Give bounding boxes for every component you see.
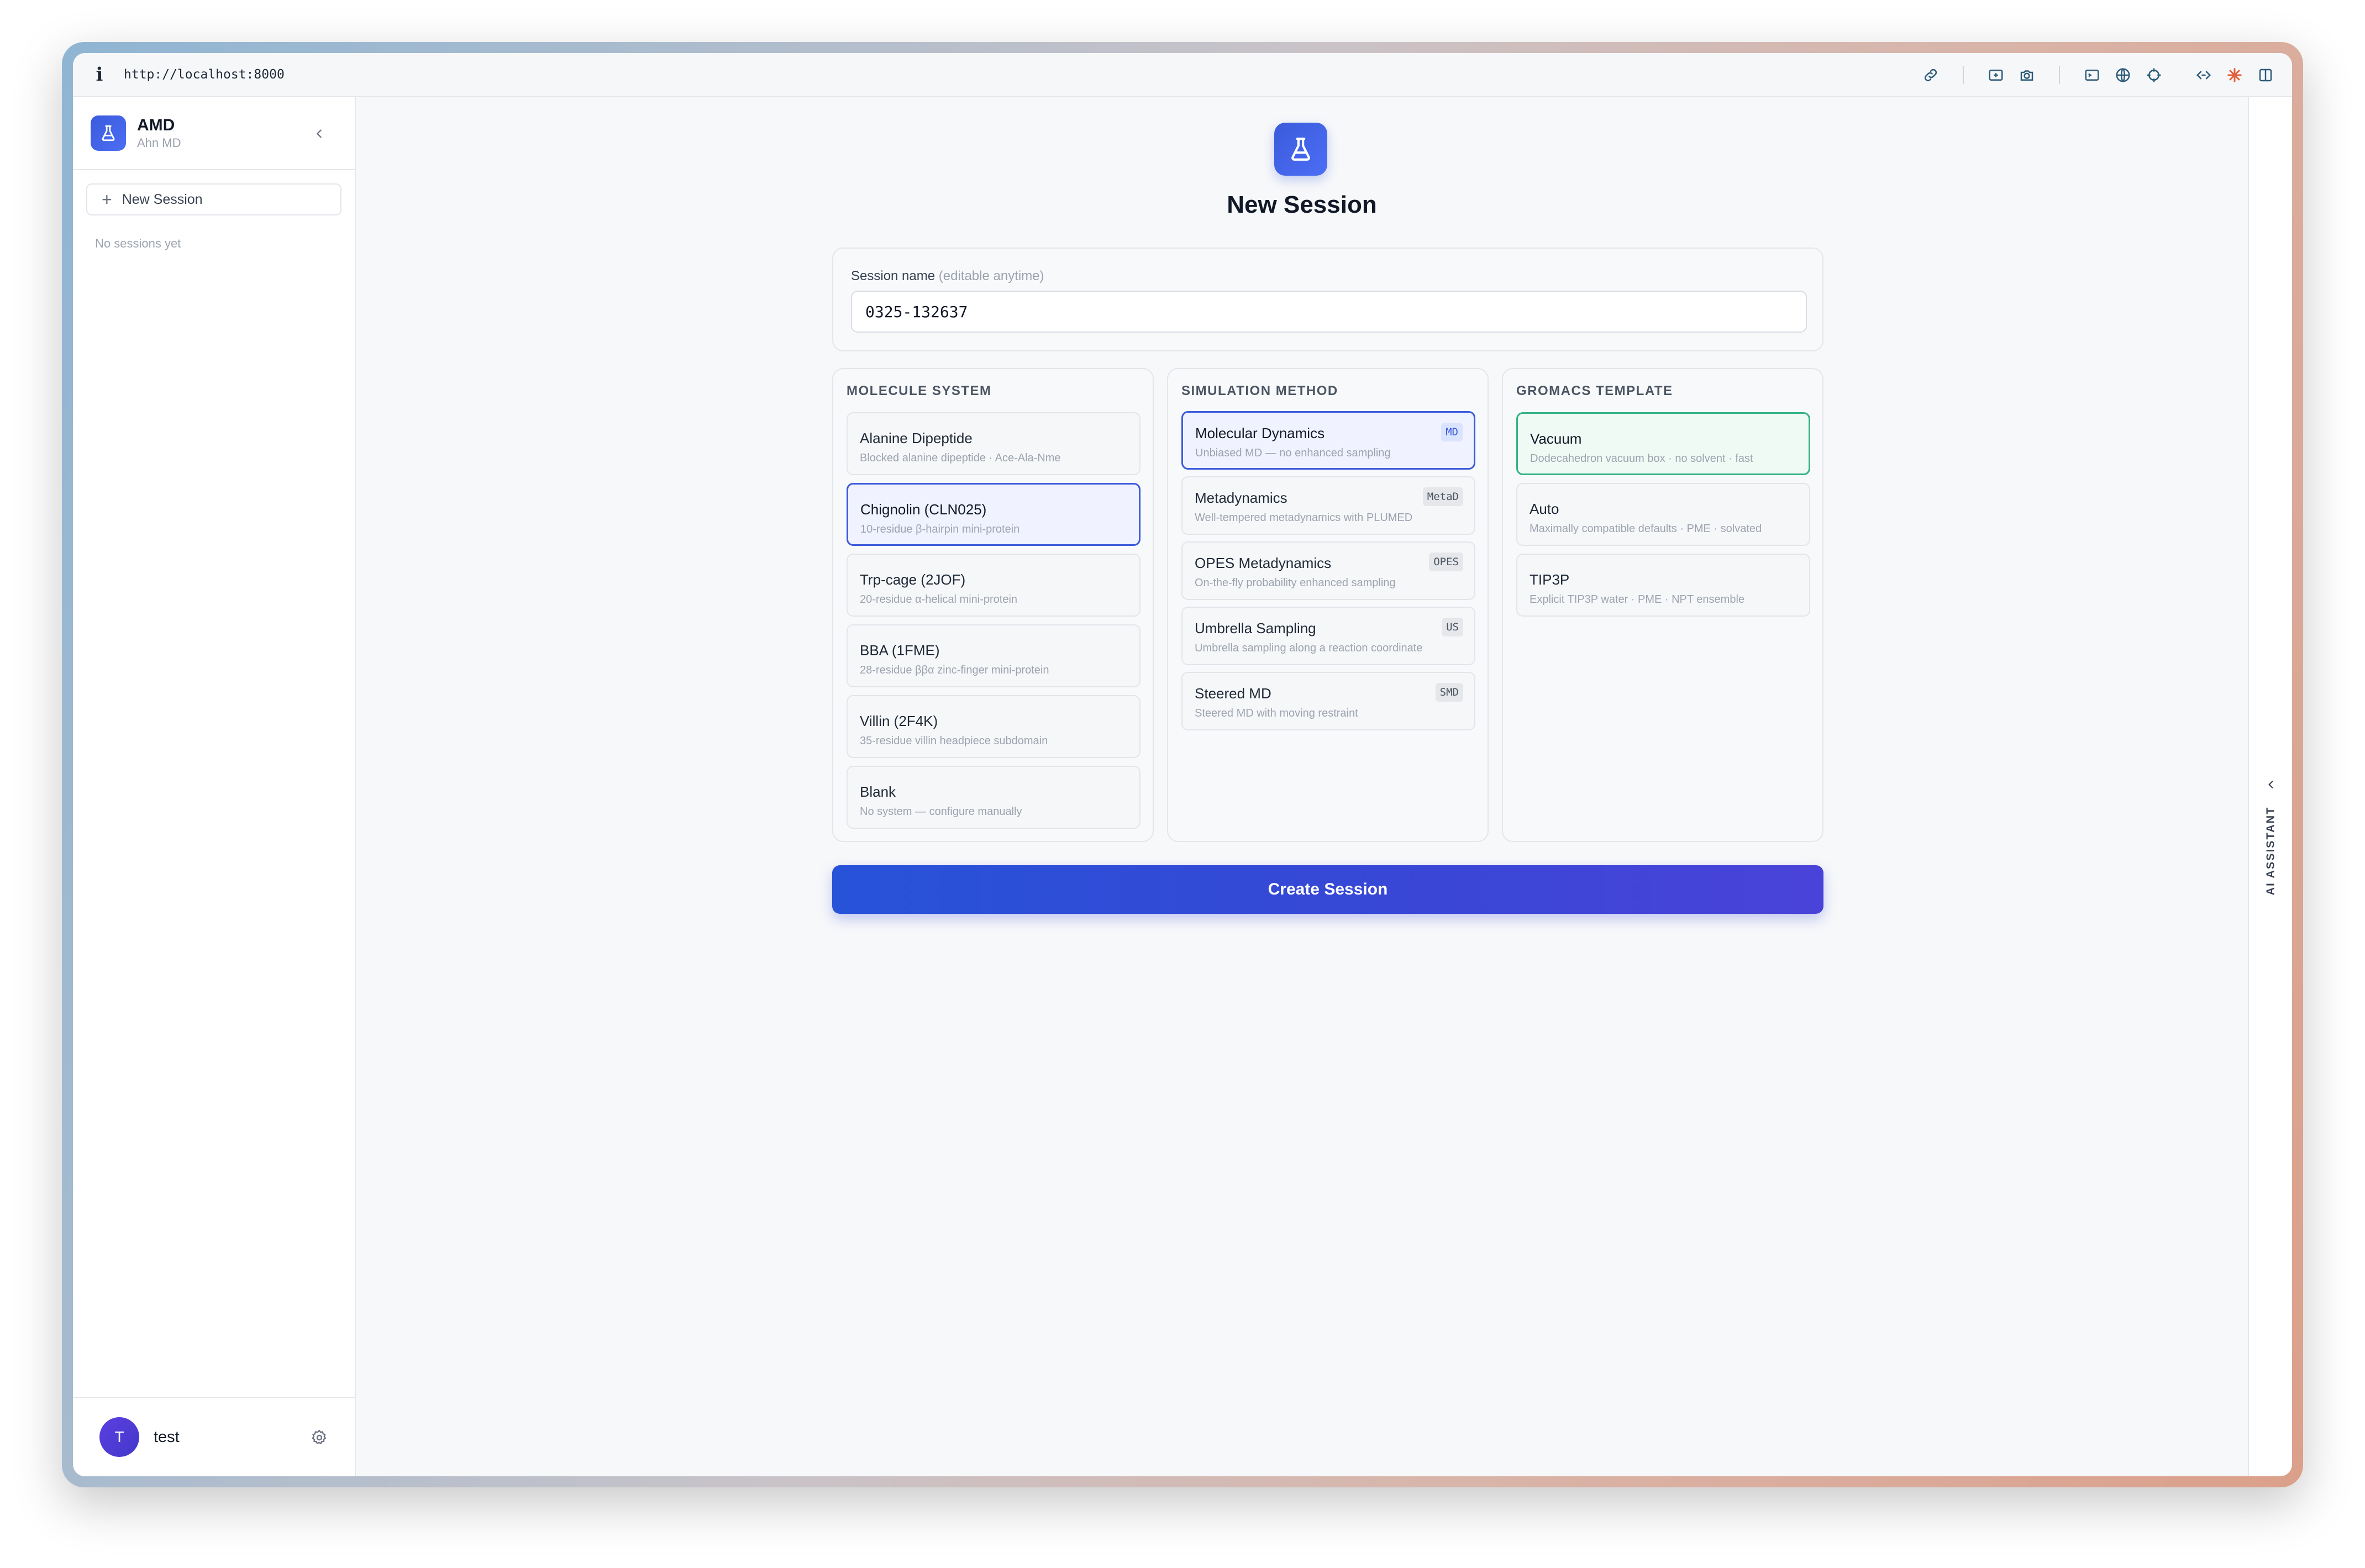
option-title: Auto	[1530, 501, 1559, 517]
session-name-input[interactable]: 0325-132637	[851, 291, 1807, 333]
method-badge: US	[1442, 618, 1463, 636]
flask-icon	[1274, 123, 1327, 176]
session-name-label-text: Session name	[851, 269, 936, 283]
chevron-left-icon	[2268, 781, 2273, 788]
option-description: Unbiased MD — no enhanced sampling	[1195, 447, 1391, 459]
option-title: Umbrella Sampling	[1195, 620, 1316, 636]
option-title: Steered MD	[1195, 685, 1271, 702]
option-description: Explicit TIP3P water · PME · NPT ensembl…	[1530, 593, 1745, 606]
url-text[interactable]: http://localhost:8000	[124, 67, 285, 82]
column-title: SIMULATION METHOD	[1181, 383, 1338, 398]
template-option-tip3p[interactable]: TIP3P Explicit TIP3P water · PME · NPT e…	[1516, 554, 1810, 617]
plus-icon: +	[102, 190, 112, 209]
toolbar-icons	[1911, 53, 2277, 97]
terminal-icon[interactable]	[2081, 64, 2103, 86]
option-title: Blank	[860, 783, 896, 800]
sidebar: AMD Ahn MD + New Session No sessions yet…	[73, 97, 356, 1476]
browser-toolbar: i http://localhost:8000	[73, 53, 2292, 97]
template-option-vacuum[interactable]: Vacuum Dodecahedron vacuum box · no solv…	[1516, 412, 1810, 475]
method-badge: SMD	[1435, 683, 1463, 702]
option-title: Alanine Dipeptide	[860, 430, 973, 446]
option-description: Umbrella sampling along a reaction coord…	[1195, 642, 1423, 654]
option-description: 28-residue ββα zinc-finger mini-protein	[860, 664, 1049, 676]
simulation-method-column: SIMULATION METHOD Molecular Dynamics Unb…	[1167, 368, 1489, 842]
avatar[interactable]: T	[99, 1417, 139, 1457]
molecule-system-column: MOLECULE SYSTEM Alanine Dipeptide Blocke…	[832, 368, 1154, 842]
gear-icon	[312, 1429, 327, 1444]
option-title: Villin (2F4K)	[860, 713, 938, 729]
ai-assistant-panel-collapsed[interactable]: AI ASSISTANT	[2248, 97, 2292, 1476]
settings-button[interactable]	[308, 1427, 330, 1449]
empty-sessions-text: No sessions yet	[95, 236, 181, 250]
method-option-steered-md[interactable]: Steered MD Steered MD with moving restra…	[1181, 672, 1475, 730]
session-name-label: Session name (editable anytime)	[851, 269, 1044, 284]
collapse-sidebar-button[interactable]	[308, 123, 330, 145]
option-title: Molecular Dynamics	[1195, 425, 1325, 441]
option-description: Blocked alanine dipeptide · Ace-Ala-Nme	[860, 452, 1061, 464]
method-option-opes-metadynamics[interactable]: OPES Metadynamics On-the-fly probability…	[1181, 541, 1475, 600]
user-bar: T test	[73, 1397, 355, 1476]
molecule-option-chignolin[interactable]: Chignolin (CLN025) 10-residue β-hairpin …	[847, 483, 1141, 546]
option-title: BBA (1FME)	[860, 642, 940, 659]
session-name-card: Session name (editable anytime) 0325-132…	[832, 248, 1823, 351]
expand-ai-panel-button[interactable]	[2260, 774, 2282, 796]
option-title: OPES Metadynamics	[1195, 555, 1332, 571]
user-name: test	[154, 1428, 180, 1446]
toolbar-divider	[2059, 66, 2060, 84]
crosshair-icon[interactable]	[2143, 64, 2165, 86]
split-view-icon[interactable]	[2254, 64, 2277, 86]
option-description: 10-residue β-hairpin mini-protein	[860, 523, 1020, 535]
info-icon[interactable]: i	[88, 64, 111, 86]
option-description: On-the-fly probability enhanced sampling	[1195, 577, 1396, 589]
page-title: New Session	[1227, 191, 1377, 218]
method-option-umbrella-sampling[interactable]: Umbrella Sampling Umbrella sampling alon…	[1181, 607, 1475, 665]
main-content: New Session Session name (editable anyti…	[356, 97, 2248, 1476]
method-option-molecular-dynamics[interactable]: Molecular Dynamics Unbiased MD — no enha…	[1181, 411, 1475, 470]
option-description: Steered MD with moving restraint	[1195, 707, 1358, 719]
option-description: Maximally compatible defaults · PME · so…	[1530, 523, 1762, 535]
option-title: TIP3P	[1530, 571, 1570, 588]
option-title: Trp-cage (2JOF)	[860, 571, 966, 588]
method-option-metadynamics[interactable]: Metadynamics Well-tempered metadynamics …	[1181, 476, 1475, 535]
molecule-option-villin[interactable]: Villin (2F4K) 35-residue villin headpiec…	[847, 695, 1141, 758]
gromacs-template-column: GROMACS TEMPLATE Vacuum Dodecahedron vac…	[1502, 368, 1823, 842]
brand-header: AMD Ahn MD	[73, 97, 355, 170]
option-description: Well-tempered metadynamics with PLUMED	[1195, 512, 1413, 524]
link-icon[interactable]	[1920, 64, 1942, 86]
template-option-auto[interactable]: Auto Maximally compatible defaults · PME…	[1516, 483, 1810, 546]
sparkle-icon[interactable]	[2224, 64, 2246, 86]
option-description: No system — configure manually	[860, 806, 1022, 818]
column-title: GROMACS TEMPLATE	[1516, 383, 1673, 398]
option-title: Chignolin (CLN025)	[860, 501, 987, 518]
method-badge: OPES	[1429, 553, 1463, 571]
option-title: Metadynamics	[1195, 490, 1287, 506]
option-description: Dodecahedron vacuum box · no solvent · f…	[1530, 452, 1753, 465]
molecule-option-bba[interactable]: BBA (1FME) 28-residue ββα zinc-finger mi…	[847, 624, 1141, 687]
method-badge: MD	[1441, 423, 1463, 441]
molecule-option-blank[interactable]: Blank No system — configure manually	[847, 766, 1141, 829]
code-icon[interactable]	[2193, 64, 2215, 86]
ai-assistant-label: AI ASSISTANT	[2264, 806, 2277, 896]
column-title: MOLECULE SYSTEM	[847, 383, 992, 398]
molecule-option-trp-cage[interactable]: Trp-cage (2JOF) 20-residue α-helical min…	[847, 554, 1141, 617]
screen-capture-icon[interactable]	[1985, 64, 2007, 86]
camera-icon[interactable]	[2016, 64, 2038, 86]
chevron-left-icon	[316, 129, 322, 138]
brand-name: AMD	[137, 116, 175, 134]
toolbar-divider	[1963, 66, 1964, 84]
flask-icon	[91, 115, 126, 151]
window-frame: i http://localhost:8000 AMD Ahn MD + New…	[62, 42, 2303, 1487]
option-title: Vacuum	[1530, 430, 1582, 447]
option-description: 20-residue α-helical mini-protein	[860, 593, 1018, 606]
option-description: 35-residue villin headpiece subdomain	[860, 735, 1048, 747]
globe-icon[interactable]	[2112, 64, 2134, 86]
browser-window: i http://localhost:8000 AMD Ahn MD + New…	[73, 53, 2292, 1476]
create-session-button[interactable]: Create Session	[832, 865, 1823, 914]
molecule-option-alanine-dipeptide[interactable]: Alanine Dipeptide Blocked alanine dipept…	[847, 412, 1141, 475]
method-badge: MetaD	[1422, 487, 1463, 506]
new-session-button[interactable]: + New Session	[86, 183, 341, 215]
session-name-hint: (editable anytime)	[938, 269, 1044, 283]
new-session-label: New Session	[122, 191, 203, 207]
brand-subtitle: Ahn MD	[137, 136, 181, 150]
